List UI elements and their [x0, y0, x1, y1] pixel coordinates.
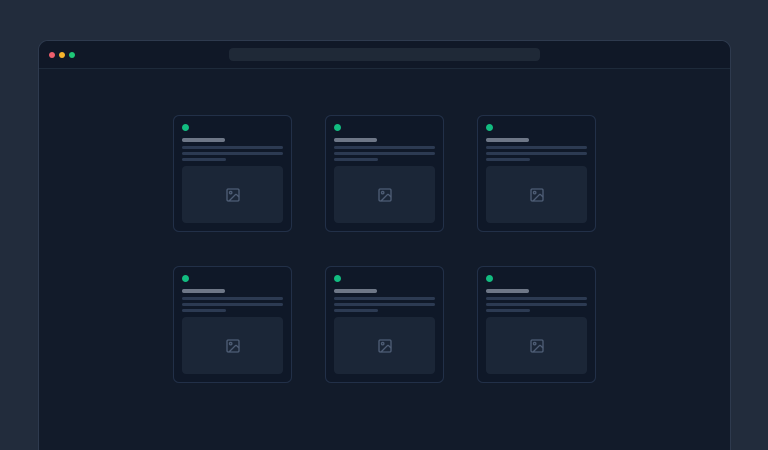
skeleton-title-line — [182, 138, 225, 142]
image-placeholder — [334, 317, 435, 374]
skeleton-card[interactable] — [173, 115, 292, 232]
skeleton-text-line — [182, 158, 226, 161]
image-placeholder — [334, 166, 435, 223]
status-dot-icon — [182, 275, 189, 282]
image-placeholder — [486, 166, 587, 223]
image-placeholder — [486, 317, 587, 374]
status-dot-icon — [334, 275, 341, 282]
page-content — [39, 69, 730, 383]
skeleton-text-line — [182, 309, 226, 312]
skeleton-title-line — [182, 289, 225, 293]
image-icon — [377, 187, 393, 203]
status-dot-icon — [486, 275, 493, 282]
skeleton-title-line — [486, 289, 529, 293]
traffic-lights — [49, 41, 75, 68]
skeleton-card[interactable] — [173, 266, 292, 383]
image-icon — [225, 338, 241, 354]
browser-window — [38, 40, 731, 450]
skeleton-text-line — [486, 158, 530, 161]
skeleton-text-line — [334, 146, 435, 149]
image-placeholder — [182, 166, 283, 223]
browser-titlebar — [39, 41, 730, 69]
skeleton-card[interactable] — [477, 266, 596, 383]
skeleton-text-line — [486, 146, 587, 149]
status-dot-icon — [182, 124, 189, 131]
status-dot-icon — [486, 124, 493, 131]
skeleton-card[interactable] — [477, 115, 596, 232]
close-button[interactable] — [49, 52, 55, 58]
status-dot-icon — [334, 124, 341, 131]
skeleton-text-line — [334, 152, 435, 155]
skeleton-text-line — [334, 309, 378, 312]
image-icon — [377, 338, 393, 354]
skeleton-text-line — [182, 152, 283, 155]
image-icon — [529, 338, 545, 354]
image-placeholder — [182, 317, 283, 374]
skeleton-text-line — [334, 303, 435, 306]
skeleton-card[interactable] — [325, 115, 444, 232]
image-icon — [529, 187, 545, 203]
skeleton-title-line — [486, 138, 529, 142]
skeleton-title-line — [334, 289, 377, 293]
expand-button[interactable] — [69, 52, 75, 58]
skeleton-text-line — [334, 297, 435, 300]
skeleton-text-line — [486, 152, 587, 155]
skeleton-text-line — [486, 309, 530, 312]
skeleton-text-line — [182, 146, 283, 149]
skeleton-text-line — [182, 297, 283, 300]
image-icon — [225, 187, 241, 203]
skeleton-text-line — [182, 303, 283, 306]
url-bar-input[interactable] — [229, 48, 540, 61]
skeleton-text-line — [486, 297, 587, 300]
skeleton-text-line — [486, 303, 587, 306]
skeleton-text-line — [334, 158, 378, 161]
skeleton-title-line — [334, 138, 377, 142]
minimize-button[interactable] — [59, 52, 65, 58]
skeleton-card[interactable] — [325, 266, 444, 383]
card-grid — [39, 115, 730, 383]
